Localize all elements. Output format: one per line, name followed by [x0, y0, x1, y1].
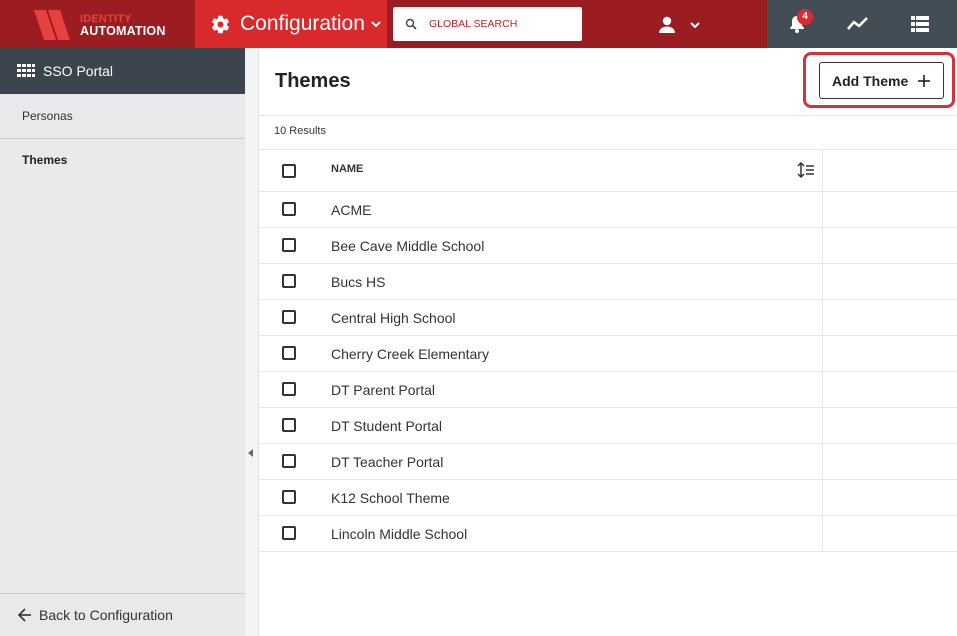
add-theme-label: Add Theme	[832, 72, 909, 89]
apps-icon[interactable]	[911, 15, 929, 33]
row-checkbox[interactable]	[282, 202, 296, 216]
plus-icon	[918, 74, 931, 87]
sidebar-item-label: Themes	[22, 153, 68, 167]
search-icon	[405, 18, 417, 30]
results-count: 10 Results	[274, 125, 326, 137]
back-to-configuration-link[interactable]: Back to Configuration	[0, 593, 245, 636]
user-menu[interactable]	[652, 12, 712, 38]
arrow-left-icon	[18, 608, 31, 622]
logo[interactable]: IDENTITY AUTOMATION	[0, 0, 195, 48]
page-title: Themes	[275, 70, 351, 92]
row-checkbox[interactable]	[282, 382, 296, 396]
sidebar-collapse-handle[interactable]	[245, 48, 259, 636]
main-content: Themes Add Theme 10 Results NAME ACME Bee…	[259, 48, 957, 636]
toolbar-right: 4	[767, 0, 957, 48]
add-theme-button[interactable]: Add Theme	[819, 62, 944, 99]
row-checkbox[interactable]	[282, 490, 296, 504]
table-row[interactable]: Lincoln Middle School	[259, 516, 957, 552]
themes-table: NAME ACME Bee Cave Middle School Bucs HS Ce…	[259, 149, 957, 552]
grid-icon	[17, 64, 35, 77]
table-row[interactable]: Central High School	[259, 300, 957, 336]
global-search[interactable]	[393, 7, 582, 41]
module-switcher-button[interactable]: Configuration	[195, 0, 387, 48]
gear-icon	[211, 15, 230, 33]
theme-name[interactable]: DT Teacher Portal	[331, 454, 443, 470]
collapse-arrow-icon	[248, 449, 253, 457]
sidebar-title-label: SSO Portal	[43, 63, 114, 79]
theme-name[interactable]: DT Student Portal	[331, 418, 442, 434]
table-header: NAME	[259, 149, 957, 192]
notification-badge: 4	[797, 9, 813, 25]
row-checkbox[interactable]	[282, 454, 296, 468]
row-checkbox[interactable]	[282, 526, 296, 540]
module-label: Configuration	[240, 12, 365, 35]
logo-line2: AUTOMATION	[80, 24, 166, 38]
sidebar-title[interactable]: SSO Portal	[0, 48, 245, 94]
table-row[interactable]: DT Parent Portal	[259, 372, 957, 408]
table-row[interactable]: ACME	[259, 192, 957, 228]
theme-name[interactable]: Central High School	[331, 310, 456, 326]
sidebar-item-themes[interactable]: Themes	[0, 138, 245, 182]
chevron-down-icon	[690, 22, 700, 29]
theme-name[interactable]: Cherry Creek Elementary	[331, 346, 489, 362]
table-row[interactable]: K12 School Theme	[259, 480, 957, 516]
table-row[interactable]: DT Teacher Portal	[259, 444, 957, 480]
theme-name[interactable]: ACME	[331, 202, 371, 218]
column-header-name[interactable]: NAME	[331, 163, 363, 175]
trend-icon[interactable]	[847, 14, 869, 34]
table-row[interactable]: DT Student Portal	[259, 408, 957, 444]
logo-text: IDENTITY AUTOMATION	[80, 13, 166, 37]
column-divider	[822, 149, 823, 552]
divider	[259, 115, 957, 116]
table-row[interactable]: Bucs HS	[259, 264, 957, 300]
table-row[interactable]: Cherry Creek Elementary	[259, 336, 957, 372]
row-checkbox[interactable]	[282, 274, 296, 288]
theme-name[interactable]: DT Parent Portal	[331, 382, 435, 398]
search-input[interactable]	[429, 18, 569, 30]
user-icon	[659, 16, 675, 33]
top-bar: IDENTITY AUTOMATION Configuration GLOBAL…	[0, 0, 957, 48]
back-label: Back to Configuration	[39, 607, 173, 623]
sidebar-item-label: Personas	[22, 109, 73, 123]
row-checkbox[interactable]	[282, 310, 296, 324]
theme-name[interactable]: Bucs HS	[331, 274, 385, 290]
sort-icon[interactable]	[797, 162, 815, 178]
table-row[interactable]: Bee Cave Middle School	[259, 228, 957, 264]
row-checkbox[interactable]	[282, 418, 296, 432]
theme-name[interactable]: Bee Cave Middle School	[331, 238, 484, 254]
theme-name[interactable]: Lincoln Middle School	[331, 526, 467, 542]
sidebar-item-personas[interactable]: Personas	[0, 94, 245, 139]
row-checkbox[interactable]	[282, 346, 296, 360]
select-all-checkbox[interactable]	[282, 164, 296, 178]
logo-mark-icon	[34, 10, 70, 40]
chevron-down-icon	[371, 21, 381, 28]
theme-name[interactable]: K12 School Theme	[331, 490, 450, 506]
row-checkbox[interactable]	[282, 238, 296, 252]
sidebar: SSO Portal Personas Themes Back to Confi…	[0, 48, 245, 636]
